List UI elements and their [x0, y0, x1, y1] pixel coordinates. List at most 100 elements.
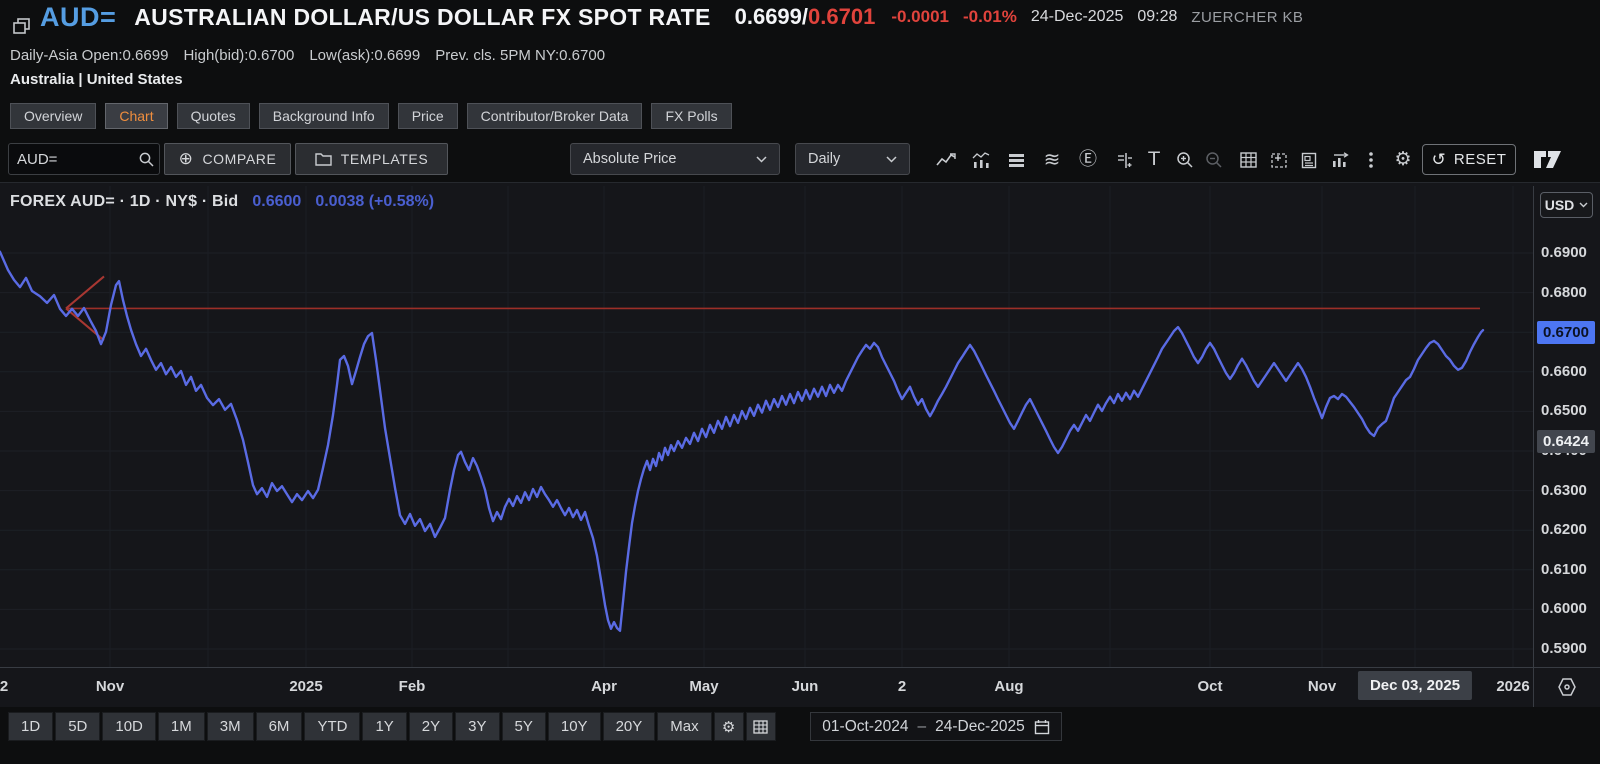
range-button-1d[interactable]: 1D	[8, 712, 53, 741]
waves-overlay-icon[interactable]: ≋	[1037, 144, 1067, 174]
range-button-ytd[interactable]: YTD	[304, 712, 360, 741]
export-chart-icon[interactable]	[1326, 145, 1356, 175]
tab-chart[interactable]: Chart	[105, 103, 167, 129]
range-button-10d[interactable]: 10D	[102, 712, 156, 741]
price-axis[interactable]: 0.69000.68000.67000.66000.65000.64000.63…	[1533, 186, 1600, 667]
chevron-down-icon	[1579, 202, 1588, 208]
range-button-5d[interactable]: 5D	[55, 712, 100, 741]
chevron-down-icon	[756, 156, 767, 163]
symbol-search-box	[8, 143, 160, 175]
chart-legend: FOREX AUD= · 1D · NY$ · Bid 0.6600 0.003…	[10, 193, 434, 211]
chart-style-bars-icon[interactable]	[966, 145, 996, 175]
x-axis-tick-label: Nov	[1308, 678, 1336, 695]
y-axis-tick-label: 0.5900	[1541, 640, 1597, 657]
quote-date: 24-Dec-2025	[1031, 8, 1124, 26]
x-axis-tick-label: May	[689, 678, 718, 695]
range-button-2y[interactable]: 2Y	[409, 712, 453, 741]
red-arrow-annotation[interactable]	[66, 276, 1480, 340]
zoom-in-icon[interactable]	[1170, 145, 1200, 175]
range-button-20y[interactable]: 20Y	[603, 712, 656, 741]
region-breadcrumb: Australia | United States	[10, 71, 183, 88]
axis-settings-hexagon-icon[interactable]	[1556, 676, 1578, 698]
y-axis-tick-label: 0.6200	[1541, 521, 1597, 538]
tab-price[interactable]: Price	[398, 103, 458, 129]
x-axis-tick-label: 2026	[1496, 678, 1529, 695]
range-button-max[interactable]: Max	[657, 712, 711, 741]
price-mode-select[interactable]: Absolute Price	[570, 143, 780, 175]
x-axis-tick-label: Feb	[399, 678, 426, 695]
range-settings-gear-icon[interactable]: ⚙	[714, 712, 744, 741]
reset-arrow-icon: ↺	[1432, 150, 1446, 170]
compare-button[interactable]: ⊕ COMPARE	[164, 143, 291, 175]
compare-scales-icon[interactable]	[1109, 145, 1139, 175]
daily-stats: Daily-Asia Open:0.6699High(bid):0.6700Lo…	[10, 47, 605, 64]
zoom-out-icon[interactable]	[1199, 145, 1229, 175]
x-axis-tick-label: Jun	[792, 678, 819, 695]
compare-label: COMPARE	[202, 151, 276, 167]
symbol-search-input[interactable]	[9, 151, 133, 168]
tradingview-logo[interactable]	[1532, 147, 1566, 172]
calendar-icon[interactable]	[1034, 719, 1050, 735]
kebab-menu-icon[interactable]	[1356, 145, 1386, 175]
interval-select[interactable]: Daily	[795, 143, 910, 175]
range-button-5y[interactable]: 5Y	[502, 712, 546, 741]
range-spreadsheet-icon[interactable]	[746, 712, 776, 741]
tab-quotes[interactable]: Quotes	[177, 103, 250, 129]
chart-style-line-icon[interactable]	[931, 145, 961, 175]
y-axis-tick-label: 0.6500	[1541, 402, 1597, 419]
range-button-3m[interactable]: 3M	[207, 712, 254, 741]
tab-background-info[interactable]: Background Info	[259, 103, 389, 129]
fx-spot-rate-window: AUD= AUSTRALIAN DOLLAR/US DOLLAR FX SPOT…	[0, 0, 1600, 764]
price-mode-value: Absolute Price	[583, 151, 677, 167]
range-button-1y[interactable]: 1Y	[362, 712, 406, 741]
settings-gear-icon[interactable]: ⚙	[1388, 144, 1418, 174]
pct-change: -0.01%	[963, 7, 1017, 27]
x-axis-tick-label: Oct	[1197, 678, 1222, 695]
text-annotation-icon[interactable]: T	[1139, 144, 1169, 174]
tab-overview[interactable]: Overview	[10, 103, 96, 129]
layers-rows-icon[interactable]	[1001, 145, 1031, 175]
y-axis-tick-label: 0.6000	[1541, 600, 1597, 617]
y-axis-tick-label: 0.6600	[1541, 363, 1597, 380]
level-price-badge: 0.6424	[1537, 430, 1595, 453]
date-range-separator: –	[917, 718, 926, 736]
y-axis-tick-label: 0.6800	[1541, 284, 1597, 301]
range-button-10y[interactable]: 10Y	[548, 712, 601, 741]
y-axis-tick-label: 0.6300	[1541, 482, 1597, 499]
x-axis-tick-label: Nov	[96, 678, 124, 695]
range-button-1m[interactable]: 1M	[158, 712, 205, 741]
window-panel-icon[interactable]	[13, 18, 31, 35]
daily-stat: Low(ask):0.6699	[309, 47, 420, 64]
legend-last-value: 0.6600	[252, 193, 301, 211]
events-icon[interactable]: Ⓔ	[1073, 145, 1103, 175]
time-axis[interactable]: 2Nov2025FebAprMayJun2AugOctNovDec 03, 20…	[0, 667, 1600, 708]
templates-label: TEMPLATES	[341, 151, 429, 167]
range-button-3y[interactable]: 3Y	[455, 712, 499, 741]
range-toolbar: 1D5D10D1M3M6MYTD1Y2Y3Y5Y10Y20YMax⚙	[8, 712, 776, 741]
chevron-down-icon	[886, 156, 897, 163]
date-to: 24-Dec-2025	[935, 718, 1025, 736]
axis-currency-value: USD	[1545, 197, 1575, 213]
tab-contributor-broker-data[interactable]: Contributor/Broker Data	[467, 103, 643, 129]
expand-area-icon[interactable]	[1263, 145, 1293, 175]
axis-currency-select[interactable]: USD	[1540, 192, 1593, 218]
reset-button[interactable]: ↺ RESET	[1422, 144, 1516, 175]
daily-stat: Prev. cls. 5PM NY:0.6700	[435, 47, 605, 64]
chart-canvas[interactable]	[0, 186, 1533, 667]
tab-fx-polls[interactable]: FX Polls	[651, 103, 731, 129]
date-range-picker[interactable]: 01-Oct-2024 – 24-Dec-2025	[810, 712, 1062, 741]
net-change: -0.0001	[891, 7, 949, 27]
templates-button[interactable]: TEMPLATES	[295, 143, 448, 175]
x-axis-tick-label: Apr	[591, 678, 617, 695]
compare-plus-icon: ⊕	[179, 151, 194, 168]
data-table-icon[interactable]	[1233, 145, 1263, 175]
header: AUD= AUSTRALIAN DOLLAR/US DOLLAR FX SPOT…	[0, 0, 1600, 34]
chart-gridlines	[0, 186, 1533, 667]
x-axis-tick-label: 2	[0, 678, 8, 695]
folder-icon	[315, 152, 332, 166]
news-icon[interactable]	[1294, 145, 1324, 175]
instrument-title: AUSTRALIAN DOLLAR/US DOLLAR FX SPOT RATE	[134, 4, 710, 31]
legend-change-value: 0.0038 (+0.58%)	[315, 193, 434, 211]
range-button-6m[interactable]: 6M	[256, 712, 303, 741]
search-icon[interactable]	[133, 146, 159, 172]
